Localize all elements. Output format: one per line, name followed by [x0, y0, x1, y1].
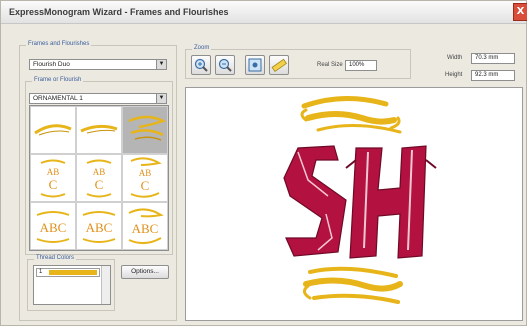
- height-field[interactable]: 92.3 mm: [471, 70, 515, 81]
- frame-option[interactable]: [76, 106, 122, 154]
- options-button[interactable]: Options...: [121, 265, 169, 279]
- thread-color-list[interactable]: 1: [33, 265, 111, 305]
- svg-text:C: C: [49, 177, 58, 192]
- real-size-label: Real Size: [317, 62, 343, 68]
- thread-color-index: 1: [39, 269, 43, 275]
- letter-s: [283, 145, 347, 257]
- monogram-preview-graphic: [283, 96, 437, 304]
- double-flourish-icon: [128, 115, 167, 141]
- zoom-fit-button[interactable]: [245, 55, 265, 75]
- frame-select[interactable]: ORNAMENTAL 1 ▼: [29, 93, 167, 104]
- frame-option[interactable]: AB C: [122, 154, 168, 202]
- flourish-icon: [34, 124, 72, 136]
- svg-text:ABC: ABC: [86, 220, 113, 235]
- zoom-in-button[interactable]: [191, 55, 211, 75]
- flourish-icon: [80, 124, 118, 134]
- category-select[interactable]: Flourish Duo ▼: [29, 59, 167, 70]
- frame-option-selected[interactable]: [122, 106, 168, 154]
- frame-option[interactable]: ABC: [76, 202, 122, 250]
- wide-frame-icon: ABC: [82, 211, 116, 243]
- thread-color-swatch: [49, 270, 97, 275]
- svg-text:ABC: ABC: [40, 220, 67, 235]
- frame-select-value: ORNAMENTAL 1: [33, 95, 83, 102]
- width-field[interactable]: 70.3 mm: [471, 53, 515, 64]
- frame-option[interactable]: AB C: [76, 154, 122, 202]
- top-flourish: [300, 96, 402, 134]
- height-label: Height: [445, 72, 463, 78]
- monogram-frame-icon: AB C: [86, 159, 112, 198]
- thread-colors-label: Thread Colors: [34, 255, 77, 261]
- zoom-in-icon: [194, 58, 208, 72]
- frame-option[interactable]: [30, 106, 76, 154]
- zoom-out-button[interactable]: [215, 55, 235, 75]
- zoom-fit-icon: [248, 58, 262, 72]
- wizard-window: ExpressMonogram Wizard - Frames and Flou…: [0, 0, 527, 326]
- svg-text:ABC: ABC: [132, 221, 159, 236]
- svg-text:C: C: [141, 178, 150, 193]
- width-label: Width: [447, 55, 463, 61]
- svg-text:AB: AB: [93, 167, 106, 177]
- frame-option[interactable]: ABC: [30, 202, 76, 250]
- monogram-frame-icon: AB C: [130, 157, 162, 198]
- title-bar: ExpressMonogram Wizard - Frames and Flou…: [1, 1, 527, 24]
- close-button[interactable]: X: [513, 3, 527, 21]
- svg-text:AB: AB: [139, 168, 152, 178]
- bottom-flourish: [303, 266, 403, 304]
- chevron-down-icon: ▼: [156, 94, 166, 103]
- ruler-icon: [271, 58, 288, 73]
- chevron-down-icon: ▼: [156, 60, 166, 69]
- monogram-preview: [185, 87, 523, 321]
- wide-frame-icon: ABC: [36, 211, 70, 243]
- window-title: ExpressMonogram Wizard - Frames and Flou…: [9, 7, 229, 17]
- monogram-frame-icon: AB C: [40, 159, 66, 198]
- real-size-input[interactable]: 100%: [345, 60, 377, 71]
- thread-color-row[interactable]: 1: [36, 268, 100, 277]
- wide-frame-icon: ABC: [128, 208, 164, 244]
- svg-text:C: C: [95, 177, 104, 192]
- category-select-value: Flourish Duo: [33, 61, 70, 68]
- frame-option[interactable]: AB C: [30, 154, 76, 202]
- frame-or-flourish-label: Frame or Flourish: [32, 77, 84, 83]
- frame-option[interactable]: ABC: [122, 202, 168, 250]
- frames-flourishes-label: Frames and Flourishes: [26, 41, 92, 47]
- letter-h: [345, 145, 437, 259]
- svg-text:AB: AB: [47, 167, 60, 177]
- zoom-out-icon: [218, 58, 232, 72]
- frame-grid: AB C AB C AB C ABC ABC ABC: [29, 105, 169, 251]
- measure-button[interactable]: [269, 55, 289, 75]
- zoom-label: Zoom: [192, 45, 212, 51]
- scrollbar[interactable]: [101, 266, 110, 304]
